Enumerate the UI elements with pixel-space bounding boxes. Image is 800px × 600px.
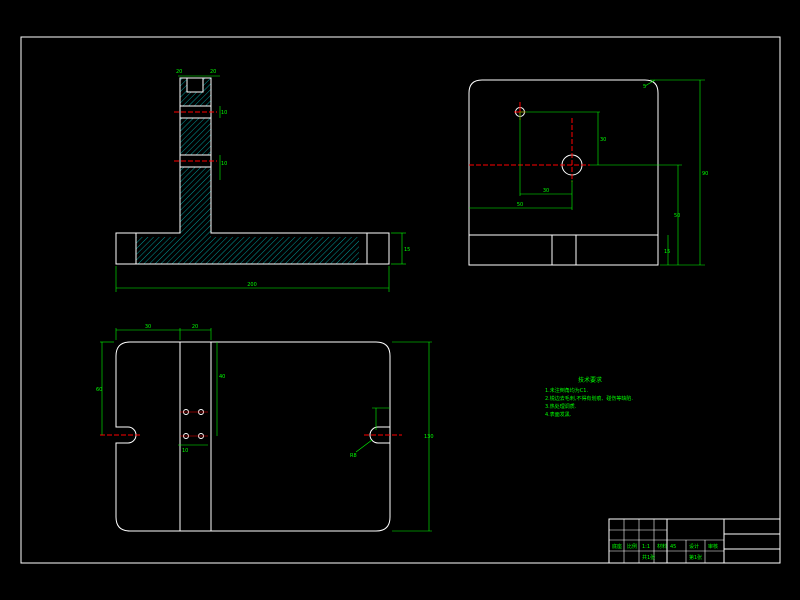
top-hole-spacing-dim: 40 [219, 374, 225, 380]
title-cell-9: 第1张 [689, 554, 702, 561]
side-small-dim: 5 [643, 84, 646, 90]
title-block: 底座 比例 1:1 材料 45 设计 审核 共1张 第1张 [608, 518, 781, 564]
side-inner-height-dim: 50 [674, 213, 680, 219]
tech-note-line-2: 2.锐边去毛刺,不得有划痕、碰伤等缺陷. [545, 395, 633, 402]
front-top-left-dim: 20 [176, 69, 182, 75]
top-mid-dim: 20 [192, 324, 198, 330]
top-slot-width-dim: 10 [182, 448, 188, 454]
front-hole-dim: 10 [221, 161, 227, 167]
tech-notes-title: 技术要求 [578, 376, 602, 384]
top-height-dim: 130 [424, 434, 434, 440]
title-cell-8: 共1张 [642, 554, 655, 561]
drawing-border [20, 36, 781, 564]
front-height-dim: 15 [404, 247, 410, 253]
title-cell-6: 设计 [689, 543, 699, 550]
top-left-height-dim: 60 [96, 387, 102, 393]
side-total-x-dim: 50 [517, 202, 523, 208]
side-view: 30 30 50 90 50 15 5 [468, 79, 708, 266]
side-hole-x-dim: 30 [543, 188, 549, 194]
title-cell-4: 材料 [657, 543, 667, 550]
title-cell-7: 审核 [708, 543, 718, 550]
front-width-dim: 200 [247, 282, 257, 288]
cad-drawing-canvas: 200 15 20 20 10 10 30 30 50 90 50 15 5 3… [20, 36, 781, 564]
side-view-outline [468, 79, 659, 266]
top-left-dim: 30 [145, 324, 151, 330]
top-view: 30 20 130 60 40 10 R8 [96, 324, 434, 532]
front-section-hatch [136, 78, 359, 264]
side-slot [551, 234, 577, 266]
tech-note-line-4: 4.表面发黑. [545, 411, 572, 418]
tech-note-line-1: 1.未注倒角均为C1. [545, 387, 588, 394]
side-base-dim: 15 [664, 249, 670, 255]
front-right-foot [366, 232, 390, 265]
front-section-outline [135, 77, 368, 265]
title-cell-5: 45 [670, 544, 676, 550]
front-left-foot [115, 232, 137, 265]
top-slot-radius-dim: R8 [350, 453, 357, 459]
front-section-view: 200 15 20 20 10 10 [115, 69, 410, 292]
title-cell-2: 比例 [627, 543, 637, 550]
title-cell-1: 底座 [612, 543, 622, 550]
side-hole-y-dim: 30 [600, 137, 606, 143]
side-height-dim: 90 [702, 171, 708, 177]
front-top-slot [186, 77, 204, 93]
title-cell-3: 1:1 [642, 544, 650, 550]
tech-note-line-3: 3.热处理调质. [545, 403, 577, 410]
front-slot-dim: 10 [221, 110, 227, 116]
front-top-right-dim: 20 [210, 69, 216, 75]
technical-notes: 技术要求 1.未注倒角均为C1. 2.锐边去毛刺,不得有划痕、碰伤等缺陷. 3.… [545, 376, 633, 418]
top-view-outline [115, 341, 391, 532]
